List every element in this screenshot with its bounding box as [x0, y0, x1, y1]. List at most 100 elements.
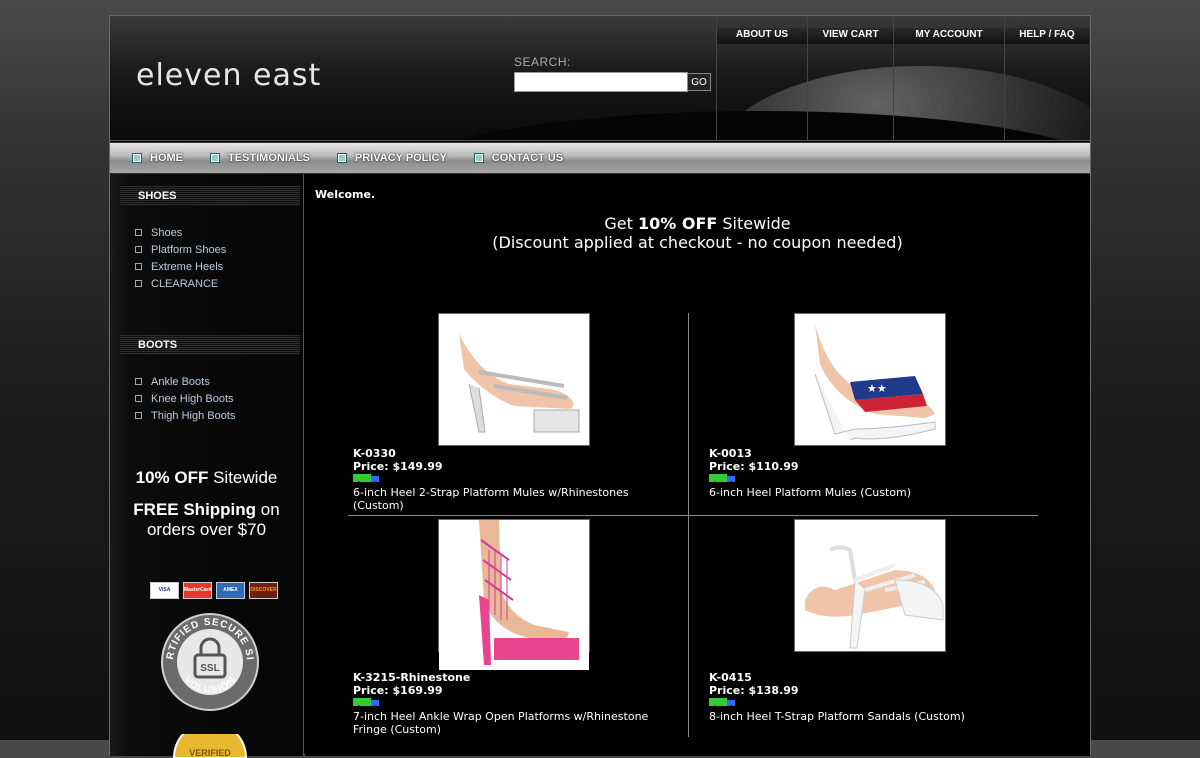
discount-line2: (Discount applied at checkout - no coupo…: [492, 233, 903, 252]
boots-heading: BOOTS: [120, 335, 300, 355]
bullet-icon: [135, 263, 142, 270]
sidebar-item-label: Thigh High Boots: [151, 409, 236, 422]
top-nav-about-us[interactable]: ABOUT US: [717, 16, 808, 140]
heading-label: SHOES: [138, 190, 177, 202]
search-label: SEARCH:: [514, 55, 571, 69]
page-container: eleven east SEARCH: GO ABOUT US VIEW CAR…: [109, 15, 1091, 758]
svg-text:SSL: SSL: [200, 663, 219, 674]
site-header: eleven east SEARCH: GO ABOUT US VIEW CAR…: [110, 16, 1090, 141]
product-image[interactable]: [438, 313, 590, 446]
shoes-list: Shoes Platform Shoes Extreme Heels CLEAR…: [135, 224, 226, 292]
sidebar-item-thigh-high-boots[interactable]: Thigh High Boots: [135, 407, 235, 424]
product-description[interactable]: 6-inch Heel 2-Strap Platform Mules w/Rhi…: [353, 486, 663, 512]
amex-card-icon: AMEX: [216, 582, 245, 599]
bullet-icon: [210, 153, 220, 163]
product-card: K-3215-Rhinestone Price: $169.99 7-inch …: [348, 519, 668, 739]
top-nav-view-cart[interactable]: VIEW CART: [808, 16, 894, 140]
nav-testimonials[interactable]: TESTIMONIALS: [210, 152, 310, 164]
main-content: Welcome. Get 10% OFF Sitewide (Discount …: [305, 174, 1090, 756]
svg-text:★★: ★★: [867, 382, 887, 395]
pink-ankle-wrap-platform-icon: [439, 520, 589, 670]
sidebar-item-label: CLEARANCE: [151, 277, 219, 290]
product-sku[interactable]: K-3215-Rhinestone: [353, 671, 470, 684]
nav-privacy-policy[interactable]: PRIVACY POLICY: [336, 152, 447, 164]
visa-card-icon: VISA: [150, 582, 179, 599]
promo-discount: 10% OFF Sitewide: [110, 468, 303, 488]
bullet-icon: [473, 153, 484, 163]
nav-home[interactable]: HOME: [132, 152, 183, 164]
sidebar-item-label: Extreme Heels: [151, 260, 224, 273]
grid-divider-horizontal: [348, 515, 1038, 516]
product-image[interactable]: [794, 519, 946, 652]
nav-label: PRIVACY POLICY: [354, 152, 447, 164]
sidebar-item-knee-high-boots[interactable]: Knee High Boots: [135, 390, 235, 407]
white-t-strap-sandal-icon: [795, 520, 945, 651]
discount-pre: Get: [604, 214, 638, 233]
bullet-icon: [135, 280, 142, 287]
product-description[interactable]: 7-inch Heel Ankle Wrap Open Platforms w/…: [353, 710, 663, 736]
ssl-secure-badge-icon[interactable]: CERTIFIED SECURE SITE VOLUSION SSL: [160, 612, 260, 712]
search-input[interactable]: [514, 72, 688, 92]
promo-shipping-bold: FREE Shipping: [133, 500, 257, 519]
bullet-icon: [135, 229, 142, 236]
nav-label: CONTACT US: [491, 152, 564, 164]
grid-divider-vertical: [688, 313, 689, 737]
sidebar-item-label: Ankle Boots: [151, 375, 210, 388]
bullet-icon: [135, 395, 142, 402]
top-nav-label: VIEW CART: [808, 28, 893, 44]
bullet-icon: [135, 378, 142, 385]
sidebar-item-label: Shoes: [151, 226, 183, 239]
shipping-truck-icon: [353, 698, 379, 708]
product-card: K-0330 Price: $149.99 6-inch Heel 2-Stra…: [348, 313, 668, 513]
discount-bold: 10% OFF: [637, 214, 718, 233]
shoes-heading: SHOES: [120, 186, 300, 206]
bullet-icon: [135, 412, 142, 419]
main-nav: HOME TESTIMONIALS PRIVACY POLICY CONTACT…: [110, 142, 1090, 174]
site-logo[interactable]: eleven east: [136, 58, 321, 93]
top-nav-label: HELP / FAQ: [1005, 28, 1089, 44]
product-sku[interactable]: K-0330: [353, 447, 396, 460]
top-nav: ABOUT US VIEW CART MY ACCOUNT HELP / FAQ: [716, 16, 1089, 140]
product-description[interactable]: 8-inch Heel T-Strap Platform Sandals (Cu…: [709, 710, 1019, 723]
product-sku[interactable]: K-0415: [709, 671, 752, 684]
bullet-icon: [135, 246, 142, 253]
mastercard-icon: MasterCard: [183, 582, 212, 599]
product-sku[interactable]: K-0013: [709, 447, 752, 460]
verified-badge-icon[interactable]: VERIFIED: [172, 734, 248, 758]
product-card: K-0415 Price: $138.99 8-inch Heel T-Stra…: [704, 519, 1024, 739]
sidebar-item-shoes[interactable]: Shoes: [135, 224, 226, 241]
discount-banner: Get 10% OFF Sitewide (Discount applied a…: [305, 214, 1090, 252]
promo-discount-bold: 10% OFF: [135, 468, 209, 487]
sidebar-item-extreme-heels[interactable]: Extreme Heels: [135, 258, 226, 275]
flag-platform-mule-icon: ★★: [795, 314, 945, 445]
sidebar-item-label: Platform Shoes: [151, 243, 227, 256]
top-nav-label: MY ACCOUNT: [894, 28, 1004, 44]
bullet-icon: [132, 153, 142, 163]
discount-line1: Get 10% OFF Sitewide: [305, 214, 1090, 233]
welcome-text: Welcome.: [315, 188, 376, 201]
nav-contact-us[interactable]: CONTACT US: [473, 152, 564, 164]
top-nav-my-account[interactable]: MY ACCOUNT: [894, 16, 1005, 140]
boots-list: Ankle Boots Knee High Boots Thigh High B…: [135, 373, 235, 424]
sidebar-item-platform-shoes[interactable]: Platform Shoes: [135, 241, 226, 258]
top-nav-help-faq[interactable]: HELP / FAQ: [1005, 16, 1089, 140]
product-card: ★★ K-0013 Price: $110.99 6-inch Heel Pla…: [704, 313, 1024, 513]
shipping-truck-icon: [709, 698, 735, 708]
sidebar-item-ankle-boots[interactable]: Ankle Boots: [135, 373, 235, 390]
top-nav-label: ABOUT US: [717, 28, 807, 44]
product-image[interactable]: ★★: [794, 313, 946, 446]
search-go-button[interactable]: GO: [687, 73, 711, 91]
svg-text:VERIFIED: VERIFIED: [189, 748, 231, 758]
promo-discount-rest: Sitewide: [208, 468, 278, 487]
shipping-truck-icon: [353, 474, 379, 484]
bullet-icon: [336, 153, 347, 163]
sidebar: SHOES Shoes Platform Shoes Extreme Heels…: [110, 174, 304, 758]
discount-post: Sitewide: [717, 214, 791, 233]
sidebar-item-clearance[interactable]: CLEARANCE: [135, 275, 226, 292]
product-description[interactable]: 6-inch Heel Platform Mules (Custom): [709, 486, 1019, 499]
clear-platform-mule-icon: [439, 314, 589, 445]
product-image[interactable]: [438, 519, 590, 670]
shipping-truck-icon: [709, 474, 735, 484]
sidebar-item-label: Knee High Boots: [151, 392, 234, 405]
promo-shipping: FREE Shipping on orders over $70: [110, 500, 303, 540]
